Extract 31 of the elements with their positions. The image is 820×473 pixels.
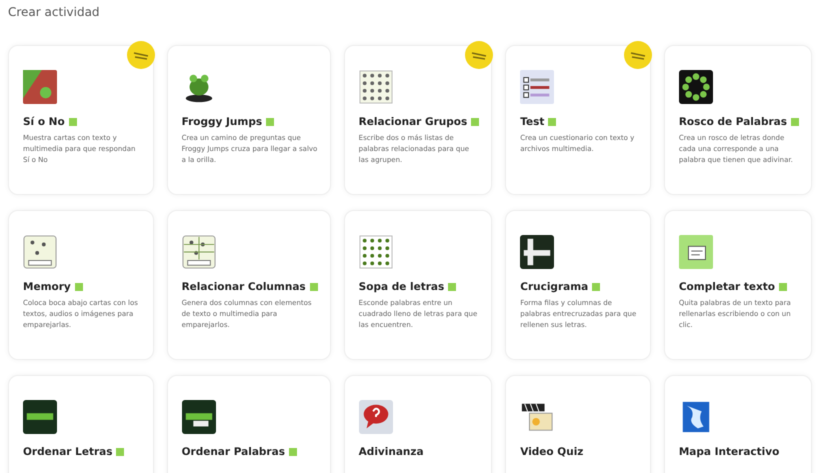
checklist-icon (520, 70, 554, 104)
activity-title: Relacionar Columnas (182, 281, 306, 293)
activity-title: Video Quiz (520, 446, 584, 458)
document-icon (678, 235, 713, 269)
activity-title: Relacionar Grupos (358, 116, 468, 128)
question-bubble-icon (358, 400, 393, 434)
page-title: Crear actividad (8, 4, 101, 21)
activity-title: Test (520, 116, 544, 128)
board-icon (23, 400, 57, 434)
activity-card[interactable]: Ordenar Letras (8, 375, 154, 473)
activity-title: Ordenar Palabras (182, 446, 285, 458)
activity-card[interactable]: Video Quiz (505, 375, 651, 473)
activity-title: Memory (23, 281, 71, 293)
activity-title: Adivinanza (358, 446, 424, 458)
activity-card[interactable]: Mapa Interactivo (664, 375, 812, 473)
activity-title: Sí o No (23, 116, 65, 128)
table-icon (182, 235, 216, 269)
activity-card[interactable]: Adivinanza (344, 375, 492, 473)
activity-title: Mapa Interactivo (678, 446, 780, 458)
dot-grid-icon (358, 70, 393, 104)
crossword-icon (520, 235, 554, 269)
letter-grid-icon (358, 235, 393, 269)
activity-title: Rosco de Palabras (678, 116, 787, 128)
activity-card[interactable]: Ordenar Palabras (166, 375, 331, 473)
activity-title: Ordenar Letras (23, 446, 112, 458)
board-icon (182, 400, 216, 434)
circle-ring-icon (678, 70, 713, 104)
activity-title: Crucigrama (520, 281, 588, 293)
activity-title: Sopa de letras (358, 281, 444, 293)
activity-title: Completar texto (678, 281, 776, 293)
activity-title: Froggy Jumps (182, 116, 262, 128)
